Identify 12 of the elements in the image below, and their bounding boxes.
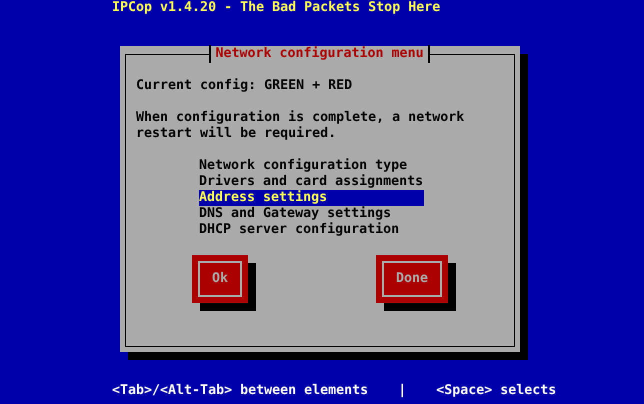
menu-item[interactable]: DHCP server configuration	[199, 222, 424, 238]
current-config-text: Current config: GREEN + RED	[136, 78, 354, 94]
help-text: <Space> selects	[436, 383, 556, 399]
screen-title: IPCop v1.4.20 - The Bad Packets Stop Here	[112, 0, 440, 16]
message-text: When configuration is complete, a network restart will be required.	[136, 110, 466, 142]
menu-item[interactable]: DNS and Gateway settings	[199, 206, 424, 222]
menu-item[interactable]: Drivers and card assignments	[199, 174, 424, 190]
menu-item[interactable]: Address settings	[199, 190, 424, 206]
help-text: |	[398, 383, 406, 399]
dialog-title: Network configuration menu	[209, 45, 430, 63]
help-text: <Tab>/<Alt-Tab> between elements	[112, 383, 368, 399]
menu-item[interactable]: Network configuration type	[199, 158, 424, 174]
